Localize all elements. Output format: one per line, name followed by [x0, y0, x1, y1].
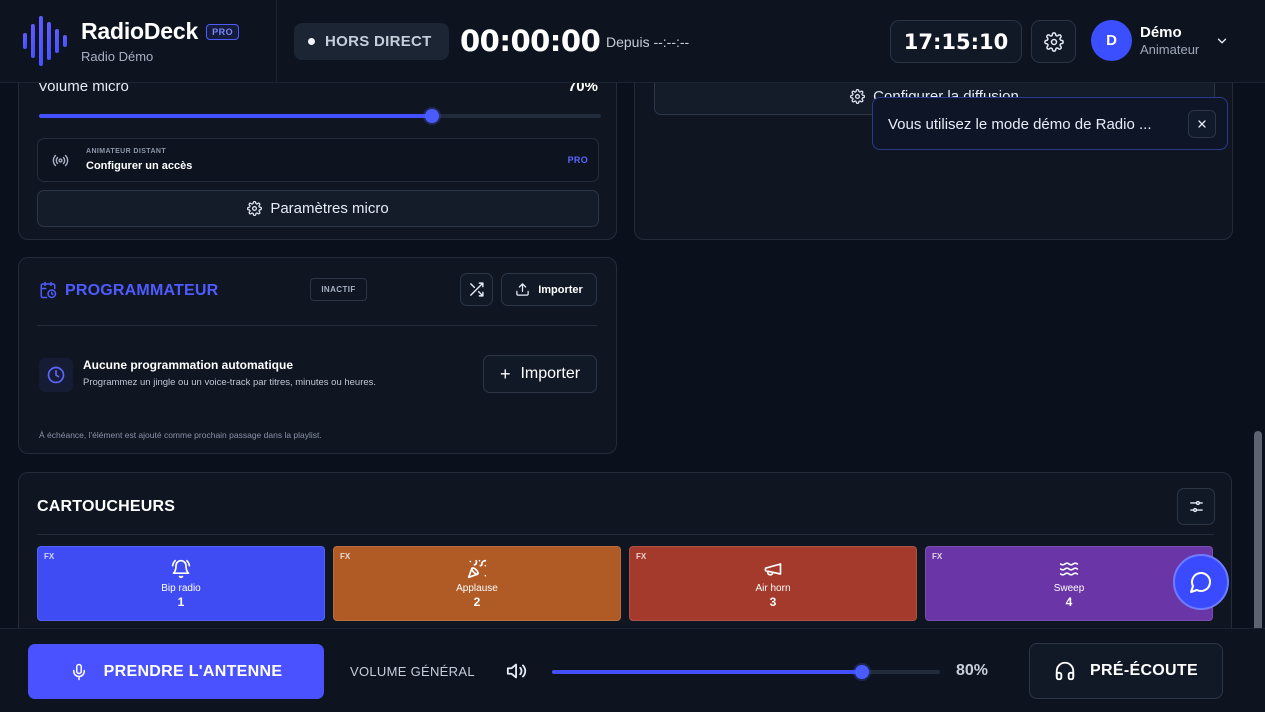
pad-number: 4: [1065, 595, 1073, 609]
brand-name: RadioDeck: [81, 18, 199, 44]
clock: 17:15:10: [890, 20, 1022, 63]
since-time: Depuis --:--:--: [606, 34, 690, 50]
empty-state-subtitle: Programmez un jingle ou un voice-track p…: [83, 377, 377, 388]
party-popper-icon: [467, 559, 487, 579]
close-icon: [1198, 120, 1206, 128]
settings-button[interactable]: [1031, 20, 1076, 63]
empty-state-title: Aucune programmation automatique: [83, 358, 294, 372]
mic-settings-label: Paramètres micro: [270, 200, 389, 217]
pad-number: 3: [769, 595, 777, 609]
cart-pad[interactable]: FX Applause 2: [333, 546, 621, 621]
gear-icon: [850, 88, 866, 104]
shuffle-icon: [470, 282, 484, 297]
programmer-status-badge: INACTIF: [310, 278, 367, 301]
transport-footer: PRENDRE L'ANTENNE VOLUME GÉNÉRAL 80% PRÉ…: [0, 628, 1265, 712]
user-role: Animateur: [1140, 42, 1200, 57]
toast-message: Vous utilisez le mode démo de Radio ...: [888, 116, 1152, 133]
cart-settings-button[interactable]: [1177, 488, 1215, 525]
chat-support-button[interactable]: [1173, 554, 1229, 610]
broadcast-icon: [52, 154, 69, 167]
cart-pad[interactable]: FX Bip radio 1: [37, 546, 325, 621]
pad-label: Sweep: [1053, 583, 1085, 594]
empty-state-icon: [39, 358, 73, 392]
clock-icon: [47, 366, 65, 384]
slider-thumb[interactable]: [425, 109, 440, 123]
live-status-label: HORS DIRECT: [325, 33, 432, 50]
divider: [37, 325, 597, 326]
upload-icon: [516, 283, 529, 296]
chat-bubble-icon: [1190, 572, 1211, 593]
cart-title: CARTOUCHEURS: [37, 498, 176, 515]
header-divider: [276, 0, 277, 83]
headphones-icon: [1055, 661, 1075, 681]
status-dot: [308, 38, 315, 45]
master-volume-label: VOLUME GÉNÉRAL: [350, 664, 475, 679]
user-name: Démo: [1140, 24, 1182, 41]
user-menu[interactable]: D Démo Animateur: [1091, 20, 1227, 61]
import-label: Importer: [520, 365, 581, 382]
avatar: D: [1091, 20, 1132, 61]
import-button-small[interactable]: Importer: [501, 273, 597, 306]
import-button-large[interactable]: + Importer: [483, 355, 597, 393]
preview-button[interactable]: PRÉ-ÉCOUTE: [1029, 643, 1223, 699]
slider-thumb[interactable]: [855, 665, 870, 679]
pad-tag: FX: [44, 552, 55, 561]
go-on-air-label: PRENDRE L'ANTENNE: [103, 662, 283, 680]
cart-pad[interactable]: FX Air horn 3: [629, 546, 917, 621]
pro-badge: PRO: [206, 23, 240, 40]
gear-icon: [1043, 31, 1064, 52]
demo-mode-toast: Vous utilisez le mode démo de Radio ...: [872, 97, 1228, 150]
master-volume-value: 80%: [956, 662, 989, 679]
pad-label: Air horn: [755, 583, 791, 594]
sliders-icon: [1189, 500, 1203, 513]
cart-pad[interactable]: FX Sweep 4: [925, 546, 1213, 621]
waveform-logo-icon: [23, 16, 67, 66]
bell-icon: [171, 559, 191, 579]
microphone-icon: [72, 663, 85, 680]
slider-fill: [39, 114, 433, 118]
waves-icon: [1059, 562, 1079, 576]
on-air-timer: 00:00:00: [460, 24, 601, 58]
pad-tag: FX: [636, 552, 647, 561]
cart-card: CARTOUCHEURS FX Bip radio 1 FX Applause …: [18, 472, 1232, 642]
programmer-footnote: À échéance, l'élément est ajouté comme p…: [39, 430, 322, 440]
pad-label: Bip radio: [161, 583, 201, 594]
shuffle-button[interactable]: [460, 273, 493, 306]
pro-badge: PRO: [567, 155, 588, 165]
speaker-icon: [506, 663, 527, 679]
gear-icon: [247, 201, 263, 216]
import-label: Importer: [538, 283, 583, 296]
calendar-clock-icon: [40, 281, 57, 299]
brand: RadioDeck PRO Radio Démo: [22, 16, 240, 66]
pad-label: Applause: [456, 583, 498, 594]
remote-host-access[interactable]: ANIMATEUR DISTANT Configurer un accès PR…: [37, 138, 599, 182]
chevron-down-icon: [1217, 38, 1227, 44]
pad-number: 1: [177, 595, 185, 609]
megaphone-icon: [764, 563, 782, 576]
master-volume-slider[interactable]: [552, 665, 940, 679]
app-header: RadioDeck PRO Radio Démo HORS DIRECT 00:…: [0, 0, 1265, 83]
pad-tag: FX: [932, 552, 943, 561]
remote-host-caption: ANIMATEUR DISTANT: [86, 148, 167, 155]
remote-host-label: Configurer un accès: [86, 160, 193, 172]
station-name: Radio Démo: [81, 49, 154, 64]
page-scrollbar[interactable]: [1251, 83, 1265, 666]
pad-tag: FX: [340, 552, 351, 561]
programmer-card: PROGRAMMATEUR INACTIF Importer Aucune pr…: [18, 257, 617, 454]
plus-icon: +: [499, 364, 511, 384]
toast-close-button[interactable]: [1188, 110, 1216, 138]
mic-settings-button[interactable]: Paramètres micro: [37, 190, 599, 227]
divider: [37, 534, 1214, 535]
slider-fill: [552, 670, 863, 674]
pad-number: 2: [473, 595, 481, 609]
mic-volume-slider[interactable]: [39, 109, 601, 123]
preview-label: PRÉ-ÉCOUTE: [1090, 662, 1198, 679]
programmer-title: PROGRAMMATEUR: [65, 282, 219, 299]
live-status-badge: HORS DIRECT: [294, 23, 449, 60]
go-on-air-button[interactable]: PRENDRE L'ANTENNE: [28, 644, 324, 699]
